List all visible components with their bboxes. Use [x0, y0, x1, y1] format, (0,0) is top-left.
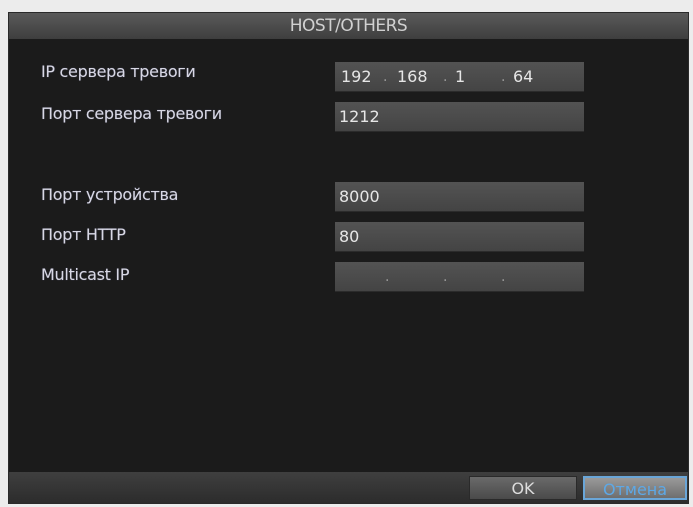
device-port-field[interactable]: 8000: [335, 182, 584, 212]
ip-dot: .: [501, 269, 506, 285]
multicast-ip-field[interactable]: . . .: [335, 262, 584, 292]
ip-octet-4[interactable]: 64: [513, 62, 533, 92]
dialog-footer: OK Отмена: [9, 472, 688, 503]
window-frame: HOST/OTHERS IP сервера тревоги 192 . 168…: [0, 0, 693, 507]
http-port-field[interactable]: 80: [335, 222, 584, 252]
multicast-ip-label: Multicast IP: [41, 265, 130, 284]
ip-dot: .: [385, 269, 390, 285]
ip-octet-2[interactable]: 168: [397, 62, 428, 92]
alarm-host-port-label: Порт сервера тревоги: [41, 104, 222, 123]
cancel-button[interactable]: Отмена: [583, 476, 687, 500]
ip-dot: .: [443, 69, 448, 85]
host-others-dialog: HOST/OTHERS IP сервера тревоги 192 . 168…: [8, 12, 689, 504]
ip-dot: .: [501, 69, 506, 85]
alarm-host-ip-field[interactable]: 192 . 168 . 1 . 64: [335, 62, 584, 92]
ip-octet-3[interactable]: 1: [455, 62, 465, 92]
device-port-label: Порт устройства: [41, 185, 179, 204]
http-port-label: Порт HTTP: [41, 225, 126, 244]
ip-dot: .: [383, 69, 388, 85]
ok-button[interactable]: OK: [469, 476, 577, 500]
ip-dot: .: [443, 269, 448, 285]
ip-octet-1[interactable]: 192: [341, 62, 372, 92]
alarm-host-port-field[interactable]: 1212: [335, 102, 584, 132]
dialog-title: HOST/OTHERS: [9, 13, 688, 39]
alarm-host-ip-label: IP сервера тревоги: [41, 62, 196, 81]
